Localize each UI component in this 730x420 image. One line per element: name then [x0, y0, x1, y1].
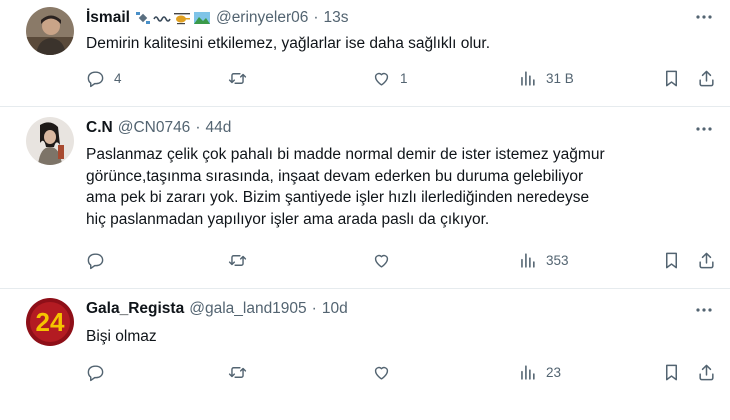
tweet-feed: İsmail @erinyeler06 · 13s Demirin kalite…	[0, 0, 730, 420]
user-handle[interactable]: @CN0746	[118, 119, 191, 137]
tweet[interactable]: İsmail @erinyeler06 · 13s Demirin kalite…	[0, 0, 730, 106]
tweet-text: Demirin kalitesini etkilemez, yağlarlar …	[86, 33, 706, 55]
landscape-icon	[193, 12, 210, 24]
bookmark-button[interactable]	[662, 361, 681, 383]
tweet-text: Bişi olmaz	[86, 326, 706, 348]
reply-button[interactable]	[86, 249, 114, 271]
tweet[interactable]: 24 Gala_Regista @gala_land1905 · 10d Biş…	[0, 289, 730, 420]
tweet-actions: 353	[0, 249, 730, 271]
views-count: 31 B	[546, 70, 574, 86]
share-icon	[699, 70, 714, 86]
tweet-text-line: Paslanmaz çelik çok pahalı bi madde norm…	[86, 146, 605, 163]
views-chart-icon	[521, 70, 535, 86]
avatar[interactable]	[26, 117, 74, 165]
tweet[interactable]: C.N @CN0746 · 44d Paslanmaz çelik çok pa…	[0, 107, 730, 288]
tweet-actions: 23	[0, 361, 730, 383]
retweet-button[interactable]	[228, 361, 256, 383]
retweet-icon	[228, 366, 247, 378]
like-button[interactable]	[372, 361, 400, 383]
tweet-text-line: hiç paslanmadan yapılıyor işler ama arad…	[86, 210, 490, 228]
tweet-text-line: görünce,taşınma sırasında, inşaat devam …	[86, 167, 584, 185]
share-button[interactable]	[697, 67, 716, 89]
tweet-header: İsmail @erinyeler06 · 13s	[86, 7, 349, 29]
views-count: 353	[546, 252, 569, 268]
separator-dot: ·	[313, 9, 319, 26]
views-count: 23	[546, 364, 562, 380]
tweet-header: C.N @CN0746 · 44d	[86, 117, 231, 139]
separator-dot: ·	[311, 300, 317, 317]
like-count: 1	[400, 70, 408, 86]
reply-count: 4	[114, 70, 122, 86]
bookmark-icon	[665, 70, 678, 86]
views-button[interactable]: 23	[518, 361, 561, 383]
display-name[interactable]: Gala_Regista	[86, 300, 184, 318]
views-button[interactable]: 353	[518, 249, 569, 271]
retweet-button[interactable]	[228, 67, 256, 89]
share-button[interactable]	[697, 361, 716, 383]
share-icon	[699, 252, 714, 268]
reply-icon	[87, 364, 104, 381]
retweet-icon	[228, 254, 247, 266]
timestamp[interactable]: 10d	[322, 300, 348, 318]
more-options-icon[interactable]	[692, 300, 716, 320]
bookmark-icon	[665, 364, 678, 380]
tweet-text-line: Bişi olmaz	[86, 328, 157, 345]
satellite-icon	[135, 12, 150, 24]
views-chart-icon	[521, 364, 535, 380]
reply-icon	[87, 252, 104, 269]
retweet-icon	[228, 72, 247, 84]
share-button[interactable]	[697, 249, 716, 271]
user-handle[interactable]: @erinyeler06	[216, 9, 308, 27]
retweet-button[interactable]	[228, 249, 256, 271]
like-button[interactable]: 1	[372, 67, 408, 89]
more-options-icon[interactable]	[692, 7, 716, 27]
wave-icon	[153, 16, 171, 22]
more-options-icon[interactable]	[692, 119, 716, 139]
name-emoji-decoration	[135, 10, 211, 26]
tweet-actions: 4 1 31 B	[0, 67, 730, 89]
helicopter-icon	[173, 13, 190, 25]
bookmark-icon	[665, 252, 678, 268]
user-handle[interactable]: @gala_land1905	[189, 300, 306, 318]
tweet-text: Paslanmaz çelik çok pahalı bi madde norm…	[86, 144, 706, 230]
timestamp[interactable]: 13s	[324, 9, 349, 27]
share-icon	[699, 364, 714, 380]
heart-icon	[374, 366, 389, 380]
like-button[interactable]	[372, 249, 400, 271]
tweet-header: Gala_Regista @gala_land1905 · 10d	[86, 298, 348, 320]
views-chart-icon	[521, 252, 535, 268]
bookmark-button[interactable]	[662, 67, 681, 89]
separator-dot: ·	[195, 119, 201, 136]
timestamp[interactable]: 44d	[205, 119, 231, 137]
display-name[interactable]: İsmail	[86, 9, 130, 27]
reply-button[interactable]: 4	[86, 67, 122, 89]
tweet-text-line: ama pek bi zararı yok. Bizim şantiyede i…	[86, 189, 590, 206]
reply-button[interactable]	[86, 361, 114, 383]
bookmark-button[interactable]	[662, 249, 681, 271]
avatar[interactable]	[26, 7, 74, 55]
heart-icon	[374, 254, 389, 268]
tweet-text-line: Demirin kalitesini etkilemez, yağlarlar …	[86, 35, 491, 52]
display-name[interactable]: C.N	[86, 119, 113, 137]
avatar[interactable]: 24	[26, 298, 74, 346]
avatar-number: 24	[36, 307, 65, 337]
heart-icon	[374, 72, 389, 86]
reply-icon	[87, 70, 104, 87]
views-button[interactable]: 31 B	[518, 67, 574, 89]
